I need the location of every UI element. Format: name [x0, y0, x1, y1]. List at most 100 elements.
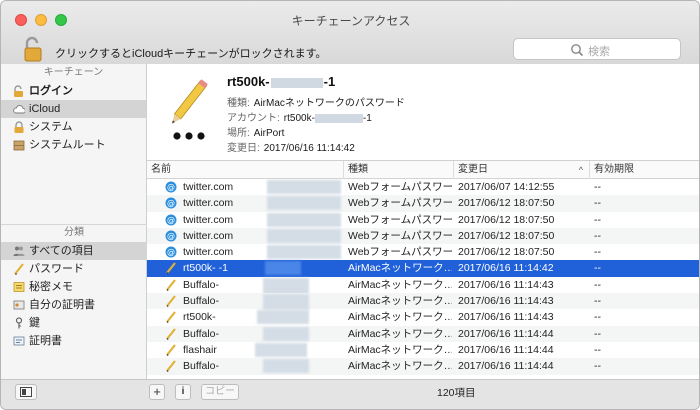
redacted-text [263, 294, 309, 311]
search-icon [571, 44, 584, 57]
svg-text:@: @ [167, 231, 175, 240]
svg-text:@: @ [167, 248, 175, 257]
pencil-icon [165, 327, 177, 340]
category-header: 分類 [64, 227, 84, 238]
category-section: 分類 すべての項目 パスワード 秘密メモ 自分の証明書 鍵 証明書 [1, 224, 147, 350]
sidebar-item-label: ログイン [29, 85, 73, 97]
sidebar-item-label: 自分の証明書 [29, 299, 95, 311]
svg-text:@: @ [167, 199, 175, 208]
pencil-icon [165, 311, 177, 324]
row-expires: -- [594, 246, 601, 259]
toggle-sidebar-button[interactable] [15, 384, 37, 400]
table-header: 名前 種類 変更日 ^ 有効期限 [147, 161, 699, 179]
svg-text:@: @ [167, 183, 175, 192]
column-header-kind[interactable]: 種類 [344, 161, 454, 179]
item-where-row: 場所: AirPort [227, 128, 285, 139]
table-row[interactable]: Buffalo- AirMacネットワーク… 2017/06/16 11:14:43… [147, 293, 699, 311]
item-modified-row: 変更日: 2017/06/16 11:14:42 [227, 143, 355, 154]
sidebar-item-label: iCloud [29, 103, 61, 115]
table-row[interactable]: @twitter.comWebフォームパスワード2017/06/12 18:07… [147, 212, 699, 228]
row-date-modified: 2017/06/12 18:07:50 [458, 229, 555, 242]
table-row[interactable]: Buffalo- AirMacネットワーク… 2017/06/16 11:14:43… [147, 277, 699, 294]
table-row[interactable]: Buffalo- AirMacネットワーク… 2017/06/16 11:14:44… [147, 325, 699, 342]
password-pencil-icon [172, 79, 208, 140]
table-row[interactable]: @twitter.comWebフォームパスワード2017/06/12 18:07… [147, 227, 699, 245]
sidebar-item-login[interactable]: ログイン [1, 82, 146, 100]
row-expires: -- [594, 229, 601, 242]
column-header-expires[interactable]: 有効期限 [590, 161, 699, 179]
row-date-modified: 2017/06/16 11:14:43 [458, 278, 554, 291]
table-row[interactable]: @twitter.comWebフォームパスワード2017/06/12 18:07… [147, 195, 699, 212]
table-row[interactable]: rt500k- -1 AirMacネットワーク… 2017/06/16 11:14:… [147, 260, 699, 277]
row-name: rt500k- -1 [183, 262, 228, 275]
at-icon: @ [165, 246, 177, 258]
sidebar-item-label: システム [29, 121, 73, 133]
redacted-text [255, 342, 307, 357]
row-date-modified: 2017/06/12 18:07:50 [458, 197, 555, 210]
sidebar-item-certificates[interactable]: 証明書 [1, 332, 147, 350]
table-row[interactable]: Buffalo- AirMacネットワーク… 2017/06/16 11:14:44… [147, 358, 699, 375]
search-placeholder: 検索 [588, 46, 610, 58]
row-date-modified: 2017/06/12 18:07:50 [458, 213, 555, 226]
row-kind: Webフォームパスワード [348, 197, 452, 210]
row-expires: -- [594, 197, 601, 210]
bottom-bar: + i コピー 120項目 [1, 379, 699, 409]
cabinet-icon [13, 140, 25, 151]
table-row[interactable]: rt500k- AirMacネットワーク… 2017/06/16 11:14:43-… [147, 309, 699, 325]
sidebar-toggle-icon [20, 387, 32, 397]
sidebar-item-all-items[interactable]: すべての項目 [1, 242, 147, 260]
table-row[interactable]: @twitter.comWebフォームパスワード2017/06/12 18:07… [147, 244, 699, 260]
sidebar: キーチェーン ログイン iCloud システム システムルート 分類 すべての項… [1, 64, 147, 379]
table-row[interactable]: flashair AirMacネットワーク… 2017/06/16 11:14:44… [147, 342, 699, 358]
row-date-modified: 2017/06/16 11:14:43 [458, 295, 554, 308]
sidebar-item-label: システムルート [29, 139, 106, 151]
keychain-items-table: 名前 種類 変更日 ^ 有効期限 @twitter.comWebフォームパスワー… [147, 161, 699, 379]
item-title: rt500k- -1 [227, 74, 336, 89]
row-kind: AirMacネットワーク… [348, 343, 452, 356]
row-kind: Webフォームパスワード [348, 181, 452, 193]
lock-open-icon[interactable] [23, 35, 45, 63]
sidebar-item-secure-notes[interactable]: 秘密メモ [1, 278, 147, 296]
column-header-date-modified[interactable]: 変更日 ^ [454, 161, 590, 179]
lock-status-text: クリックするとiCloudキーチェーンがロックされます。 [55, 48, 327, 60]
table-row[interactable]: @twitter.comWebフォームパスワード2017/06/07 14:12… [147, 179, 699, 195]
copy-button[interactable]: コピー [201, 384, 239, 400]
row-date-modified: 2017/06/16 11:14:44 [458, 327, 554, 340]
sidebar-item-label: パスワード [29, 263, 84, 275]
row-date-modified: 2017/06/16 11:14:42 [458, 262, 554, 275]
sidebar-item-my-certificates[interactable]: 自分の証明書 [1, 296, 147, 314]
row-expires: -- [594, 327, 601, 340]
row-kind: AirMacネットワーク… [348, 360, 452, 373]
svg-text:@: @ [167, 215, 175, 224]
row-expires: -- [594, 360, 601, 373]
key-icon [15, 317, 23, 329]
row-expires: -- [594, 343, 601, 356]
column-header-name[interactable]: 名前 [147, 161, 344, 179]
item-info-button[interactable]: i [175, 384, 191, 400]
add-item-button[interactable]: + [149, 384, 165, 400]
redacted-text [263, 359, 309, 374]
search-field[interactable]: 検索 [513, 38, 681, 60]
row-expires: -- [594, 213, 601, 226]
at-icon: @ [165, 230, 177, 242]
keychain-header: キーチェーン [43, 67, 104, 78]
sidebar-item-keys[interactable]: 鍵 [1, 314, 147, 332]
sidebar-item-system-roots[interactable]: システムルート [1, 136, 146, 154]
table-body: @twitter.comWebフォームパスワード2017/06/07 14:12… [147, 179, 699, 375]
lock-open-icon [14, 85, 23, 97]
sidebar-item-label: すべての項目 [29, 245, 94, 257]
row-kind: AirMacネットワーク… [348, 262, 452, 275]
sidebar-item-icloud[interactable]: iCloud [1, 100, 146, 118]
sidebar-item-label: 鍵 [29, 317, 40, 329]
sidebar-item-passwords[interactable]: パスワード [1, 260, 147, 278]
row-expires: -- [594, 295, 601, 308]
title-bar: キーチェーンアクセス クリックするとiCloudキーチェーンがロックされます。 … [1, 1, 699, 73]
cloud-icon [13, 105, 25, 114]
redacted-text [267, 180, 341, 194]
row-kind: AirMacネットワーク… [348, 295, 452, 308]
sidebar-item-system[interactable]: システム [1, 118, 146, 136]
row-kind: AirMacネットワーク… [348, 327, 452, 340]
redacted-text [257, 310, 309, 325]
row-date-modified: 2017/06/12 18:07:50 [458, 246, 555, 259]
certificate-icon [13, 336, 25, 346]
